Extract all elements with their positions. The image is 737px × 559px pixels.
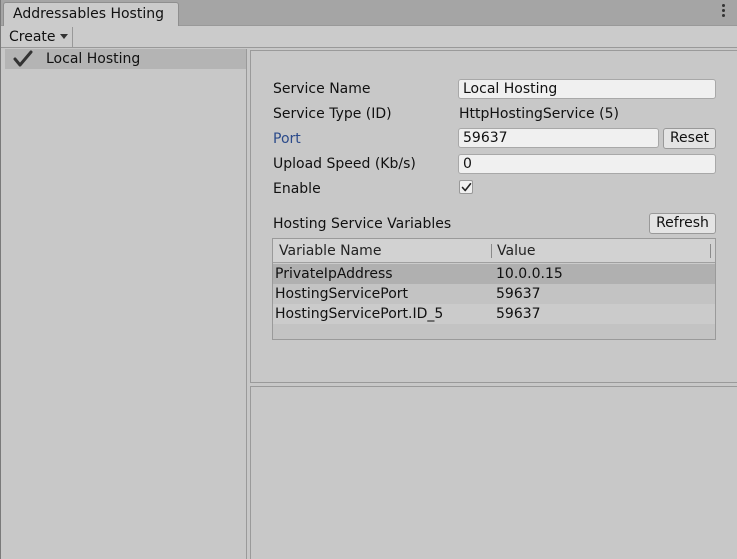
toolbar: Create [1,26,737,48]
log-panel [250,386,737,559]
service-type-value: HttpHostingService (5) [459,106,619,122]
hosting-variables-table: Variable Name Value PrivateIpAddress 10.… [272,238,716,340]
variable-name-cell: HostingServicePort [275,286,409,302]
column-resize-handle[interactable] [491,244,492,258]
checkmark-icon [461,183,472,192]
refresh-button[interactable]: Refresh [649,213,716,234]
hosting-variables-title: Hosting Service Variables [273,216,452,232]
port-label: Port [273,131,301,147]
port-input[interactable] [458,128,659,148]
list-item-local-hosting[interactable]: Local Hosting [5,49,246,69]
variable-name-cell: PrivateIpAddress [275,266,393,282]
column-resize-handle[interactable] [710,244,711,258]
kebab-dot [722,4,725,7]
enable-label: Enable [273,181,321,197]
table-row-empty [273,324,715,339]
upload-speed-input[interactable] [458,154,716,174]
upload-speed-label: Upload Speed (Kb/s) [273,156,416,172]
table-row[interactable]: HostingServicePort.ID_5 59637 [273,304,715,324]
more-options-icon[interactable] [722,4,726,20]
reset-port-button[interactable]: Reset [663,128,716,149]
services-list-panel: Local Hosting [5,49,247,559]
create-label: Create [9,29,56,45]
service-settings-panel: Service Name Service Type (ID) HttpHosti… [250,50,737,383]
kebab-dot [722,14,725,17]
list-item-label: Local Hosting [46,51,141,67]
table-row[interactable]: HostingServicePort 59637 [273,284,715,304]
checkmark-icon [13,50,33,67]
variable-value-cell: 59637 [496,286,541,302]
variable-name-cell: HostingServicePort.ID_5 [275,306,444,322]
table-row[interactable]: PrivateIpAddress 10.0.0.15 [273,264,715,284]
tab-addressables-hosting[interactable]: Addressables Hosting [3,2,179,27]
service-name-label: Service Name [273,81,371,97]
column-header-value[interactable]: Value [497,242,535,260]
service-type-label: Service Type (ID) [273,106,392,122]
variable-value-cell: 59637 [496,306,541,322]
tab-bar: Addressables Hosting [1,0,737,27]
addressables-hosting-window: Addressables Hosting Create Local Hostin… [0,0,737,559]
table-header: Variable Name Value [273,239,715,263]
column-header-variable-name[interactable]: Variable Name [279,242,381,260]
enable-checkbox[interactable] [459,180,473,194]
chevron-down-icon [59,34,68,39]
variable-value-cell: 10.0.0.15 [496,266,563,282]
create-dropdown-button[interactable]: Create [5,27,73,47]
kebab-dot [722,9,725,12]
service-name-input[interactable] [458,79,716,99]
